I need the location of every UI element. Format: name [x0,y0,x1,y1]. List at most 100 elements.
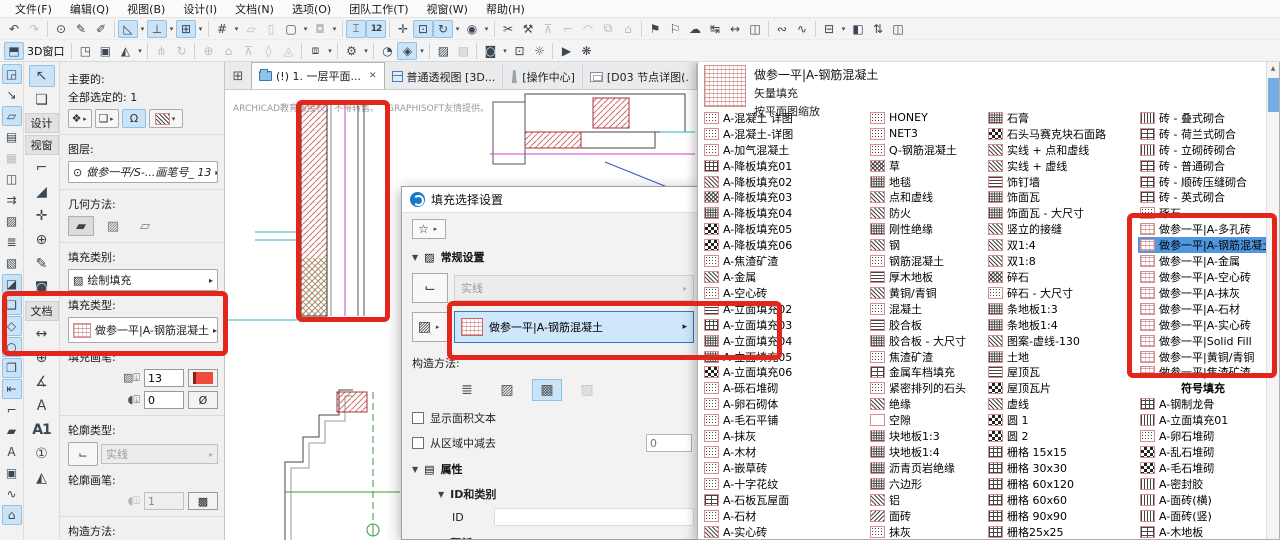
fill-item[interactable]: 焦渣矿渣 [868,349,985,365]
fill-item[interactable]: 石膏 [986,110,1137,126]
cube-button[interactable]: ▣ [95,42,115,60]
fill-item[interactable]: 屋顶瓦片 [986,380,1137,396]
fill-item[interactable]: A-毛石堆砌 [1138,460,1266,476]
lift-button[interactable]: ⇅ [868,20,888,38]
fov-button[interactable]: ◬ [278,42,298,60]
fill-item[interactable]: A-空心砖 [702,285,867,301]
fill-item[interactable]: A-降板填充05 [702,221,867,237]
bracket-dim-tool[interactable]: ⌐ [2,400,22,420]
fill-item[interactable]: 块地板1:3 [868,428,985,444]
background-pen-none-button[interactable]: Ø [188,391,218,409]
fill-item[interactable]: A-立面填充01 [1138,412,1266,428]
geometry-rotated-button[interactable]: ▱ [132,216,158,236]
text-tool[interactable]: A [29,395,55,417]
render-settings-button[interactable]: ❋ [576,42,596,60]
corner-button[interactable]: ⌐ [558,20,578,38]
find-select-button[interactable]: ⊙ [51,20,71,38]
fill-item[interactable]: A-嵌草砖 [702,460,867,476]
toolbox-group-文档[interactable]: 文档 [25,301,59,321]
window-button[interactable]: ◫ [888,20,908,38]
fill-item[interactable]: 圆 2 [986,428,1137,444]
fill-item[interactable]: 六边形 [868,476,985,492]
3d-style-button-dropdown-arrow[interactable]: ▾ [325,47,334,55]
fill-item[interactable]: A-立面填充04 [702,333,867,349]
show-area-text-checkbox[interactable] [412,412,424,424]
toolbox-group-设计[interactable]: 设计 [25,113,59,133]
fill-item[interactable]: 做参一平|A-实心砖 [1138,317,1266,333]
axis-3d-button[interactable]: ◭ [115,42,135,60]
sheet-tool[interactable]: ✎ [29,253,55,275]
fill-item[interactable]: A-降板填充04 [702,205,867,221]
fill-item[interactable]: 做参一平|焦渣矿渣 [1138,365,1266,381]
fill-item[interactable]: 抹灰 [868,524,985,540]
hatch-band-tool[interactable]: ▨ [2,211,22,231]
offset-button-dropdown-arrow[interactable]: ▾ [301,25,310,33]
fill-item[interactable]: 做参一平|Solid Fill [1138,333,1266,349]
3d-window-button[interactable]: ⬒3D窗口 [4,42,68,60]
fill-item[interactable]: 刚性绝缘 [868,221,985,237]
furniture-button[interactable]: ⊟ [819,20,839,38]
menu-item-文件(F)[interactable]: 文件(F) [6,0,61,18]
fill-item[interactable]: 栅格 90x90 [986,508,1137,524]
fill-item[interactable]: 做参一平|A-空心砖 [1138,269,1266,285]
orientation-button-dropdown-arrow[interactable]: ▾ [482,25,491,33]
reset-xy-button[interactable]: ↹ [705,20,725,38]
dimension-tool[interactable]: ↔ [29,323,55,345]
subtract-from-zone-checkbox[interactable] [412,437,424,449]
fill-pencil-tool[interactable]: ◪ [2,274,22,294]
collapse-triangle-icon[interactable]: ▼ [438,490,444,499]
flag-list-button[interactable]: ⚐ [665,20,685,38]
video-button[interactable]: ▶ [556,42,576,60]
tracker-button[interactable]: ⊞ [176,20,196,38]
rotate-view-button-dropdown-arrow[interactable]: ▾ [453,25,462,33]
fill-item[interactable]: NET3 [868,126,985,142]
circle-tool[interactable]: ○ [2,337,22,357]
adjust-button[interactable]: ⚒ [518,20,538,38]
perspective-button[interactable]: ◊ [258,42,278,60]
fill-item[interactable]: 草 [868,158,985,174]
tripod-button[interactable]: ⊼ [238,42,258,60]
pet-palette-button[interactable]: ❖▸ [68,109,92,128]
split-button[interactable]: ✂ [498,20,518,38]
tab-普通透视图 [3D...[interactable]: 普通透视图 [3D... [385,64,504,89]
fill-item[interactable]: A-钢制龙骨 [1138,396,1266,412]
menu-item-编辑(Q)[interactable]: 编辑(Q) [61,0,118,18]
fill-item[interactable]: A-毛石平铺 [702,412,867,428]
camera-tool[interactable]: ◙ [29,277,55,299]
menu-item-文档(N)[interactable]: 文档(N) [226,0,283,18]
method-diagonal-button[interactable]: ▨ [492,379,522,401]
door-swing-button[interactable]: ◧ [848,20,868,38]
fill-item[interactable]: A-木地板 [1138,524,1266,540]
menu-item-团队工作(T)[interactable]: 团队工作(T) [340,0,417,18]
collapse-triangle-icon[interactable]: ▼ [412,253,418,262]
fill-item[interactable]: 竖立的接缝 [986,221,1137,237]
roof-tool[interactable]: ◢ [29,181,55,203]
sun-study-button[interactable]: ☼ [529,42,549,60]
fillet-button[interactable]: ◠ [578,20,598,38]
camera-settings-button[interactable]: ⊡ [509,42,529,60]
fill-item[interactable]: 做参一平|A-多孔砖 [1138,221,1266,237]
fill-item[interactable]: 绝缘 [868,396,985,412]
fill-type-combo[interactable]: 做参一平|A-钢筋混凝土 ▸ [454,311,694,343]
fill-item[interactable]: 栅格25x25 [986,524,1137,540]
unlink-button[interactable]: ∿ [792,20,812,38]
home-dashed-tool[interactable]: ⌂ [2,505,22,525]
menu-item-视窗(W)[interactable]: 视窗(W) [418,0,477,18]
axis-3d-button-dropdown-arrow[interactable]: ▾ [135,47,144,55]
fill-item[interactable]: A-木材 [702,444,867,460]
column-grid-tool[interactable]: ⊕ [29,229,55,251]
fill-item[interactable]: 条地板1:3 [986,301,1137,317]
fill-item[interactable]: A-石板瓦屋面 [702,492,867,508]
fill-item[interactable]: 做参一平|A-金属 [1138,253,1266,269]
marquee-restrict-button[interactable]: ❏▸ [95,109,119,128]
fill-item[interactable]: 虚线 [986,396,1137,412]
guide-lines-button-dropdown-arrow[interactable]: ▾ [138,25,147,33]
fill-item[interactable]: A-立面填充02 [702,301,867,317]
orbit-button[interactable]: ↻ [171,42,191,60]
spray-button[interactable]: ▧ [453,42,473,60]
tab-close-icon[interactable]: ✕ [369,71,377,81]
tracker-button-dropdown-arrow[interactable]: ▾ [196,25,205,33]
undo-button[interactable]: ↶ [4,20,24,38]
fill-item[interactable]: 钢筋混凝土 [868,253,985,269]
fill-item[interactable]: 饰面瓦 [986,190,1137,206]
